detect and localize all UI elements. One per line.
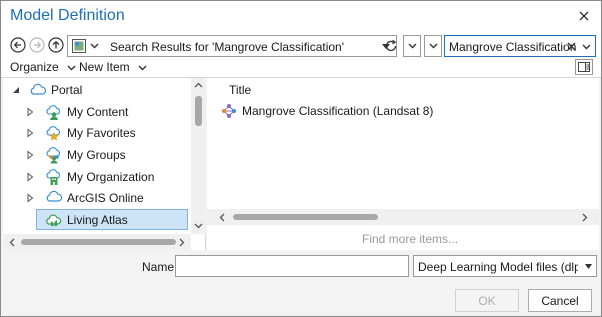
scroll-right-icon[interactable]	[582, 213, 588, 222]
tree-horizontal-scroll-thumb[interactable]	[21, 239, 176, 245]
scroll-up-icon[interactable]	[194, 82, 203, 88]
chevron-down-icon	[67, 65, 76, 71]
tree-horizontal-scrollbar[interactable]	[3, 234, 191, 250]
back-arrow-icon	[10, 37, 26, 53]
tree-item-label: Portal	[51, 82, 83, 97]
tree-item-label: ArcGIS Online	[67, 190, 144, 205]
back-button[interactable]	[10, 37, 26, 53]
my-content-icon	[46, 105, 60, 120]
model-definition-dialog: Model Definition Search Results for 'Man…	[0, 0, 602, 317]
location-path-text: Search Results for 'Mangrove Classificat…	[110, 40, 345, 54]
tree-item-arcgis-online[interactable]: ArcGIS Online	[3, 187, 188, 208]
close-icon	[579, 11, 589, 21]
up-button[interactable]	[48, 37, 64, 53]
favorites-icon	[46, 126, 60, 141]
results-horizontal-scrollbar[interactable]	[207, 209, 599, 225]
result-item-label: Mangrove Classification (Landsat 8)	[242, 104, 434, 118]
close-button[interactable]	[573, 5, 595, 27]
caret-down-icon	[585, 264, 592, 269]
file-type-selected: Deep Learning Model files (dlpk, e	[418, 260, 578, 274]
scroll-left-icon[interactable]	[9, 238, 15, 247]
chevron-down-icon	[138, 65, 147, 71]
deep-learning-model-icon	[222, 104, 236, 118]
expand-arrow-icon[interactable]	[25, 107, 35, 117]
location-image-icon	[72, 39, 86, 53]
scroll-right-icon[interactable]	[179, 238, 185, 247]
organization-icon	[46, 169, 60, 185]
chevron-down-icon	[429, 43, 437, 49]
search-input-text: Mangrove Classification	[449, 40, 577, 54]
ok-button[interactable]: OK	[455, 289, 519, 312]
refresh-button[interactable]	[382, 35, 400, 57]
tree-item-my-content[interactable]: My Content	[3, 101, 188, 122]
collapse-arrow-icon[interactable]	[11, 85, 21, 95]
cancel-button[interactable]: Cancel	[528, 289, 592, 312]
new-item-label: New Item	[79, 60, 130, 74]
expand-arrow-icon[interactable]	[25, 128, 35, 138]
tree-item-living-atlas[interactable]: Living Atlas	[36, 209, 188, 230]
living-atlas-icon	[46, 214, 62, 226]
organize-label: Organize	[10, 60, 59, 74]
dialog-title: Model Definition	[10, 7, 125, 24]
expand-arrow-icon[interactable]	[25, 193, 35, 203]
name-label: Name	[142, 260, 175, 274]
results-pane: Title Mangrove Classification (Landsat 8…	[207, 78, 599, 250]
clear-search-icon[interactable]	[567, 42, 576, 51]
title-bar: Model Definition	[1, 1, 601, 31]
location-path-box[interactable]: Search Results for 'Mangrove Classificat…	[67, 35, 397, 57]
tree-vertical-scroll-thumb[interactable]	[195, 96, 202, 126]
up-arrow-icon	[48, 37, 64, 53]
tree-item-portal[interactable]: Portal	[3, 79, 188, 100]
name-input[interactable]	[175, 255, 409, 277]
groups-icon	[46, 147, 60, 164]
file-type-select[interactable]: Deep Learning Model files (dlpk, e	[413, 255, 597, 277]
cloud-icon	[30, 83, 47, 95]
forward-arrow-icon	[29, 37, 45, 53]
cloud-icon	[46, 190, 63, 202]
title-column-header[interactable]: Title	[229, 83, 251, 97]
search-scope-dropdown-button[interactable]	[424, 35, 442, 57]
organize-menu[interactable]: Organize	[10, 60, 76, 74]
toolbar: Organize New Item	[1, 59, 601, 77]
tree-item-label: My Favorites	[67, 125, 136, 140]
result-item[interactable]: Mangrove Classification (Landsat 8)	[221, 102, 433, 120]
expand-arrow-icon[interactable]	[25, 172, 35, 182]
find-more-items-link[interactable]: Find more items...	[362, 232, 458, 246]
tree-item-label: My Groups	[67, 147, 126, 162]
expand-arrow-icon[interactable]	[25, 150, 35, 160]
scroll-down-icon[interactable]	[194, 223, 203, 229]
chevron-down-icon	[408, 43, 416, 49]
details-pane-icon	[578, 62, 590, 72]
results-horizontal-scroll-thumb[interactable]	[233, 214, 378, 220]
tree-item-my-organization[interactable]: My Organization	[3, 166, 188, 187]
search-input[interactable]: Mangrove Classification	[444, 35, 596, 57]
new-item-menu[interactable]: New Item	[79, 60, 147, 74]
tree-item-label: My Content	[67, 104, 129, 119]
navigation-bar: Search Results for 'Mangrove Classificat…	[1, 31, 601, 59]
history-dropdown-button[interactable]	[403, 35, 421, 57]
tree-item-my-favorites[interactable]: My Favorites	[3, 122, 188, 143]
chevron-down-icon[interactable]	[90, 43, 99, 49]
tree-item-label: Living Atlas	[67, 212, 128, 227]
tree-vertical-scrollbar[interactable]	[191, 78, 206, 234]
scroll-left-icon[interactable]	[219, 213, 225, 222]
refresh-icon	[385, 39, 397, 52]
chevron-down-icon[interactable]	[582, 44, 591, 50]
forward-button[interactable]	[29, 37, 45, 53]
tree-item-label: My Organization	[67, 169, 155, 184]
details-pane-toggle-button[interactable]	[575, 59, 593, 75]
navigation-tree-pane: Portal My Content My Favorites My Groups…	[3, 78, 206, 250]
tree-item-my-groups[interactable]: My Groups	[3, 144, 188, 165]
